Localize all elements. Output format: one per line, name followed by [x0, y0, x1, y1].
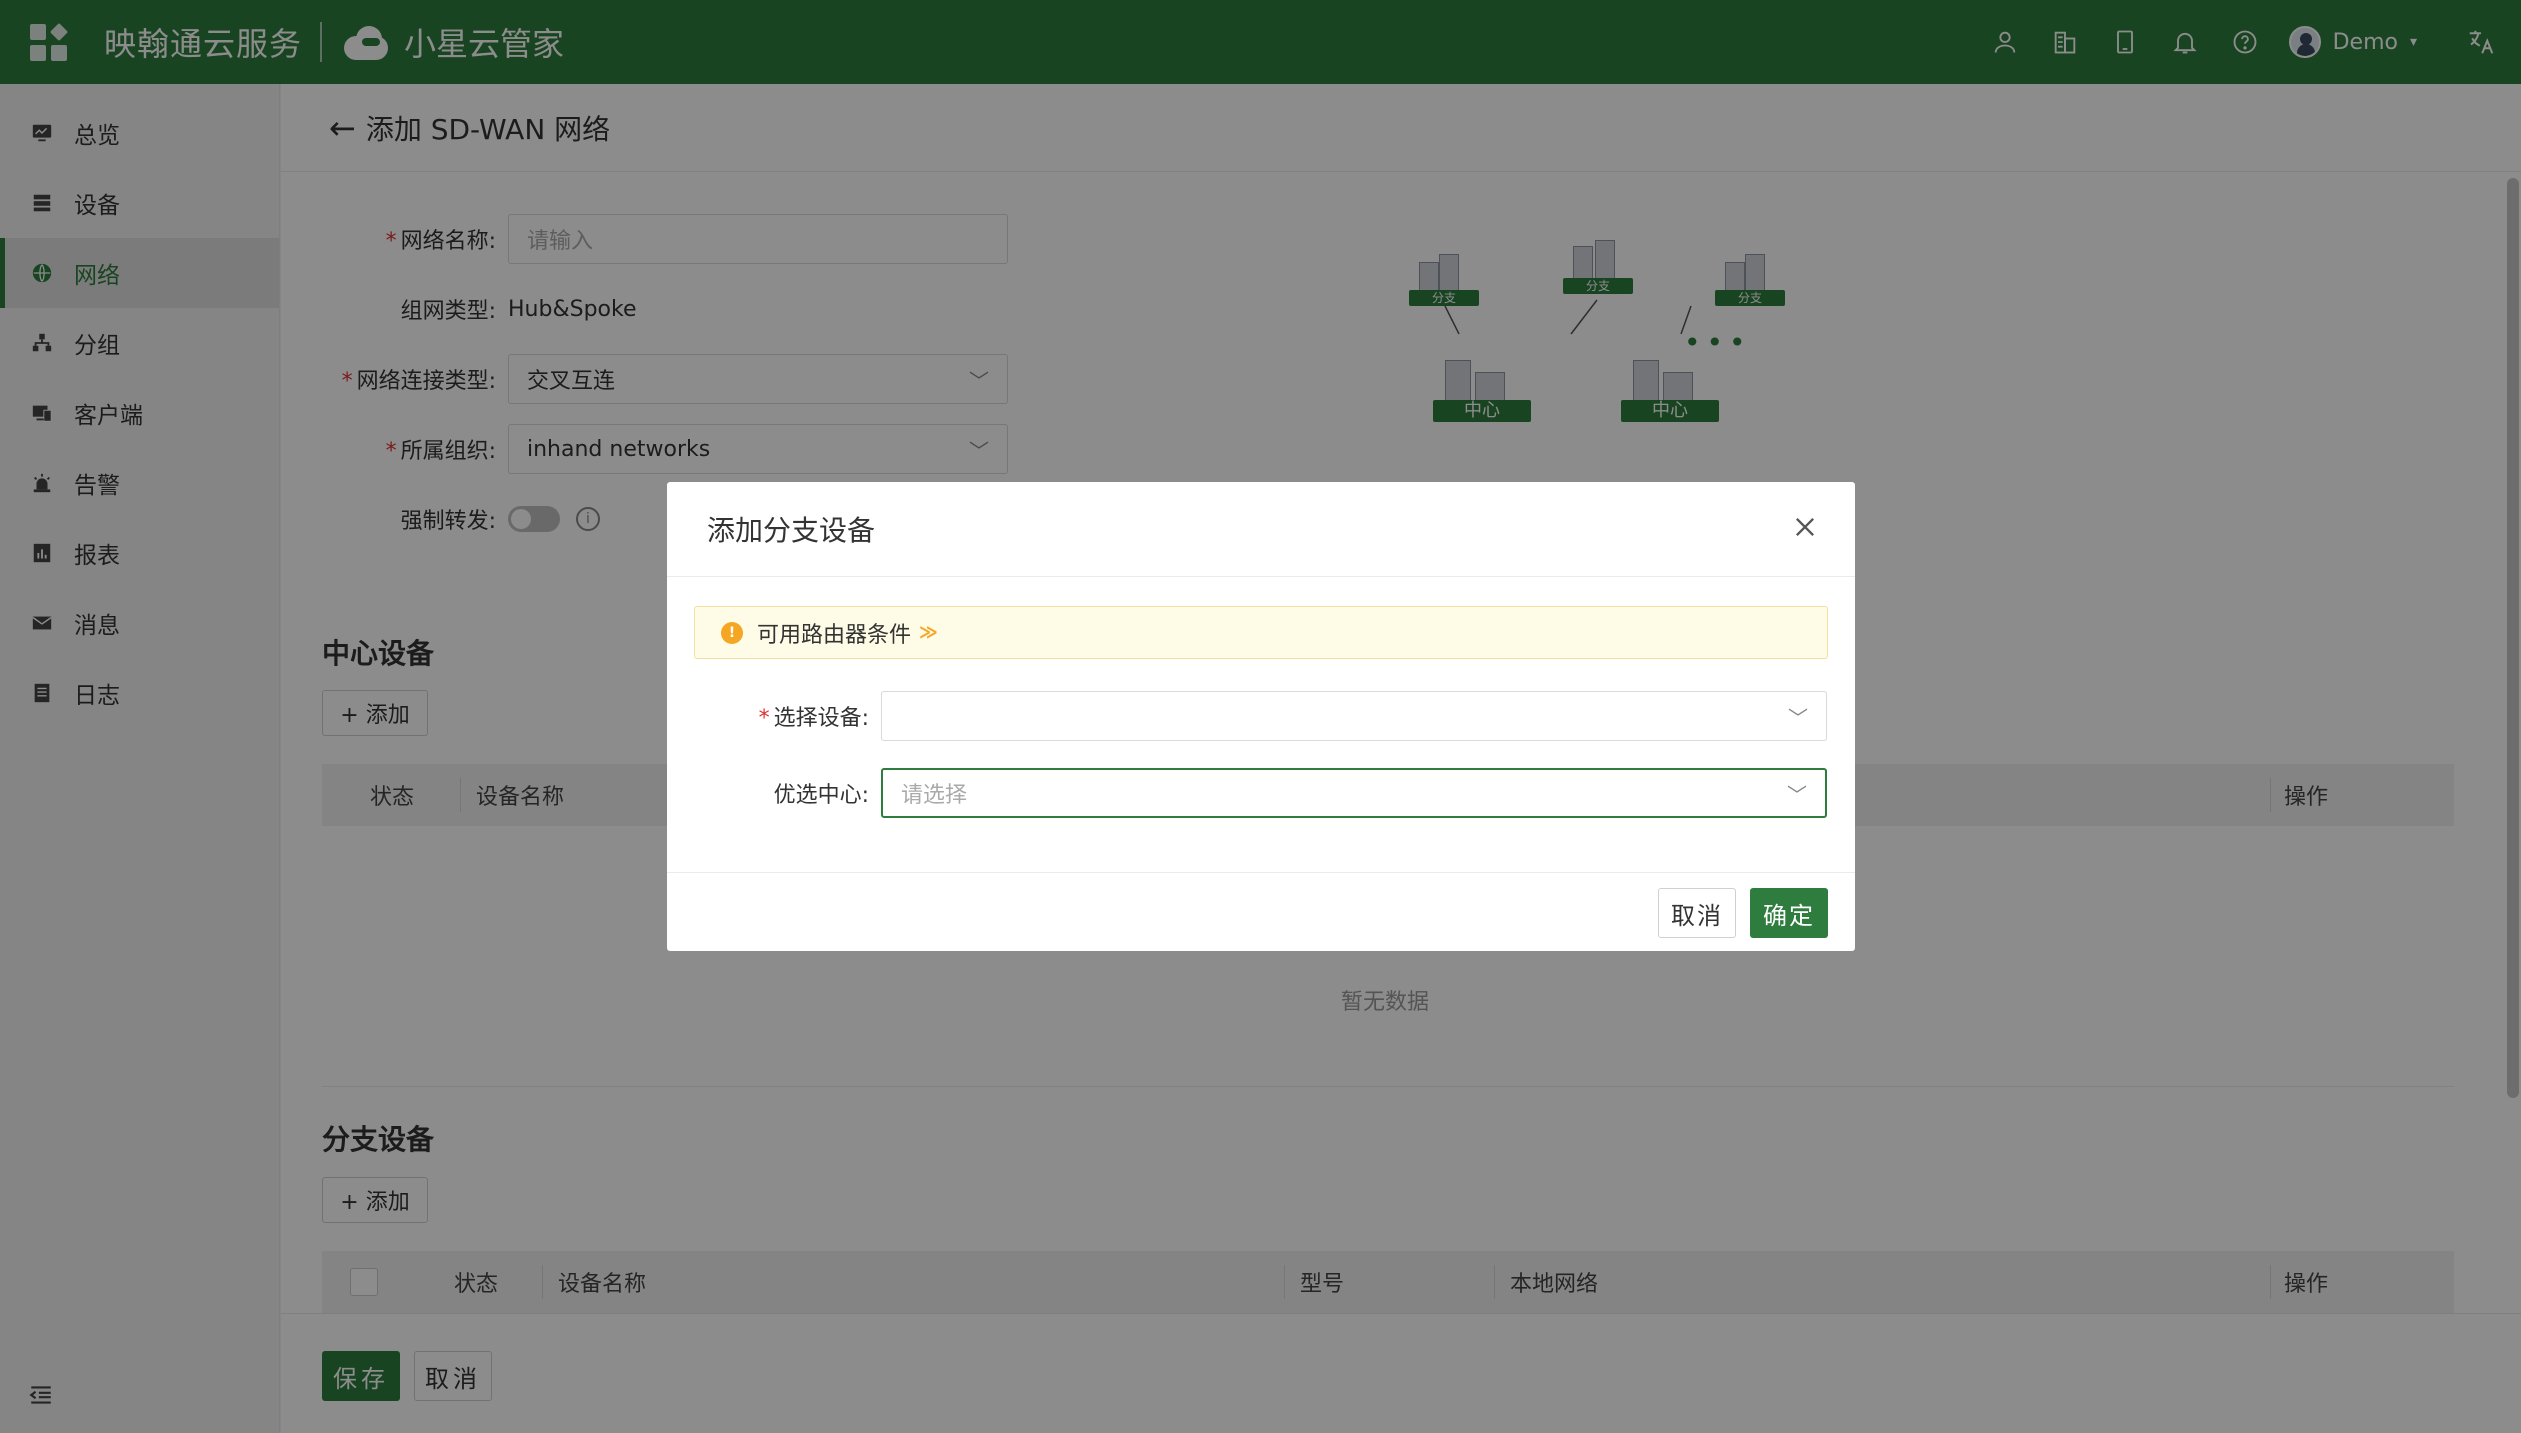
preferred-hub-placeholder: 请选择 [901, 783, 968, 808]
double-chevron-down-icon[interactable]: ≫ [919, 622, 938, 643]
dialog-footer: 取消 确定 [667, 872, 1855, 951]
preferred-hub-dropdown[interactable]: 请选择 ﹀ [881, 768, 1827, 818]
router-conditions-alert[interactable]: ! 可用路由器条件 ≫ [694, 606, 1828, 659]
dialog-ok-button[interactable]: 确定 [1750, 888, 1828, 938]
close-icon[interactable] [1791, 510, 1819, 550]
add-branch-device-dialog: 添加分支设备 ! 可用路由器条件 ≫ * 选择设备: ﹀ 优选中心: 请选择 ﹀ … [667, 482, 1855, 951]
alert-text: 可用路由器条件 [757, 622, 912, 648]
select-device-row: * 选择设备: ﹀ [667, 691, 1827, 741]
chevron-down-icon: ﹀ [1787, 782, 1807, 807]
dialog-title: 添加分支设备 [667, 482, 1855, 577]
dialog-cancel-button[interactable]: 取消 [1658, 888, 1736, 938]
select-device-dropdown[interactable]: ﹀ [881, 691, 1827, 741]
warning-icon: ! [721, 621, 743, 644]
preferred-hub-row: 优选中心: 请选择 ﹀ [667, 768, 1827, 818]
select-device-label: 选择设备: [773, 706, 869, 731]
chevron-down-icon: ﹀ [1788, 705, 1808, 730]
preferred-hub-label: 优选中心: [773, 783, 869, 808]
